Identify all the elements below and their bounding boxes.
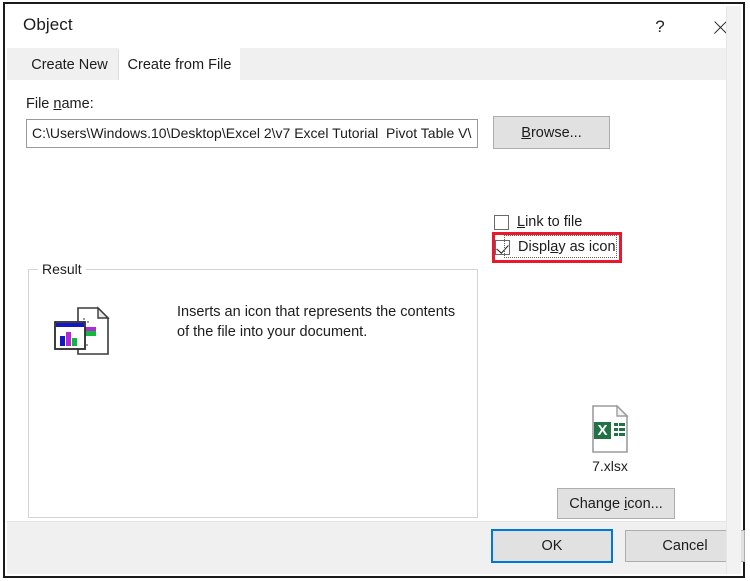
tab-create-from-file[interactable]: Create from File <box>119 48 240 82</box>
help-button[interactable]: ? <box>637 8 683 46</box>
preview-file-name: 7.xlsx <box>592 458 628 474</box>
tab-strip: Create New Create from File <box>7 48 741 82</box>
question-mark-icon: ? <box>655 17 665 36</box>
document-chart-icon <box>54 306 110 355</box>
link-to-file-accel: L <box>517 214 526 230</box>
object-dialog-screenshot: Object ? Create New Create from File Fil… <box>0 0 750 581</box>
tab-create-from-file-label: Create from File <box>127 57 232 73</box>
display-as-icon-label: Display as icon <box>518 239 616 255</box>
display-as-icon-checkbox[interactable] <box>495 239 510 255</box>
file-name-label: File name: <box>26 96 94 112</box>
object-dialog: Object ? Create New Create from File Fil… <box>3 2 745 578</box>
link-to-file-label: Link to file <box>517 214 583 230</box>
right-edge-gutter <box>726 6 741 574</box>
svg-text:X: X <box>597 422 607 439</box>
tab-create-new-label: Create New <box>31 57 108 73</box>
file-path-input[interactable] <box>26 119 478 148</box>
link-to-file-checkbox[interactable] <box>494 214 509 230</box>
change-icon-button[interactable]: Change icon... <box>557 488 675 519</box>
browse-button[interactable]: Browse... <box>493 116 610 149</box>
title-bar: Object ? <box>7 6 741 48</box>
excel-file-icon: X <box>592 405 629 453</box>
tab-panel-create-from-file: File name: Browse... Link to file Displa… <box>7 80 741 524</box>
dialog-footer: OK Cancel <box>7 521 745 574</box>
display-as-icon-row[interactable]: Display as icon <box>495 239 616 255</box>
tab-create-new[interactable]: Create New <box>21 50 119 80</box>
dialog-title: Object <box>23 15 73 34</box>
link-to-file-row[interactable]: Link to file <box>494 214 582 230</box>
ok-button[interactable]: OK <box>491 529 613 563</box>
result-description: Inserts an icon that represents the cont… <box>177 304 456 340</box>
result-group-label: Result <box>38 261 86 277</box>
browse-accel: B <box>521 124 531 141</box>
